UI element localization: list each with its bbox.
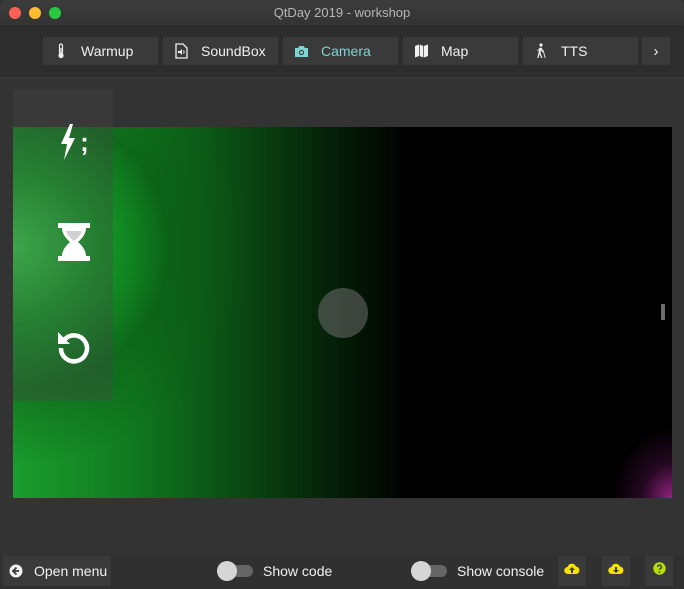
- show-console-switch[interactable]: [411, 561, 449, 581]
- open-menu-button[interactable]: Open menu: [3, 556, 111, 586]
- more-tabs-button[interactable]: ›: [642, 37, 670, 65]
- hourglass-icon: [57, 222, 91, 267]
- help-button[interactable]: [645, 556, 673, 586]
- audio-file-icon: [173, 43, 189, 59]
- thermometer-icon: [53, 43, 69, 59]
- tab-camera[interactable]: Camera: [283, 37, 398, 65]
- open-menu-label: Open menu: [34, 563, 108, 579]
- app-window: QtDay 2019 - workshop Warmup SoundBox Ca…: [0, 0, 684, 589]
- tab-label: Map: [441, 43, 469, 59]
- tab-tts[interactable]: TTS: [523, 37, 638, 65]
- tab-map[interactable]: Map: [403, 37, 518, 65]
- tab-bar: Warmup SoundBox Camera Map TTS ›: [0, 27, 684, 78]
- camera-icon: [293, 43, 309, 59]
- show-code-toggle[interactable]: Show code: [217, 559, 332, 583]
- tab-warmup[interactable]: Warmup: [43, 37, 158, 65]
- tab-label: Camera: [321, 43, 371, 59]
- capture-button[interactable]: [318, 288, 368, 338]
- back-arrow-icon: [9, 564, 23, 578]
- cloud-download-icon: [608, 562, 624, 580]
- chevron-right-icon: ›: [653, 42, 659, 60]
- drawer-handle[interactable]: [661, 304, 665, 320]
- bottom-bar: Open menu Show code Show console: [0, 555, 684, 589]
- window-title: QtDay 2019 - workshop: [273, 5, 411, 20]
- show-code-label: Show code: [263, 563, 333, 579]
- rotate-icon: [56, 329, 92, 370]
- help-icon: [652, 562, 666, 580]
- show-code-switch[interactable]: [217, 561, 255, 581]
- tab-soundbox[interactable]: SoundBox: [163, 37, 278, 65]
- flash-icon: ;: [59, 124, 89, 160]
- timer-button[interactable]: [53, 222, 95, 267]
- tab-label: SoundBox: [201, 43, 266, 59]
- camera-controls-panel: ;: [13, 89, 113, 401]
- show-console-toggle[interactable]: Show console: [411, 559, 544, 583]
- cloud-upload-icon: [564, 562, 580, 580]
- title-bar: QtDay 2019 - workshop: [0, 0, 684, 27]
- walking-person-icon: [533, 43, 549, 59]
- show-console-label: Show console: [457, 563, 545, 579]
- tab-label: Warmup: [81, 43, 134, 59]
- map-icon: [413, 43, 429, 59]
- tab-label: TTS: [561, 43, 588, 59]
- switch-camera-button[interactable]: [53, 328, 95, 370]
- upload-button[interactable]: [558, 556, 586, 586]
- flash-button[interactable]: ;: [53, 121, 95, 163]
- download-button[interactable]: [602, 556, 630, 586]
